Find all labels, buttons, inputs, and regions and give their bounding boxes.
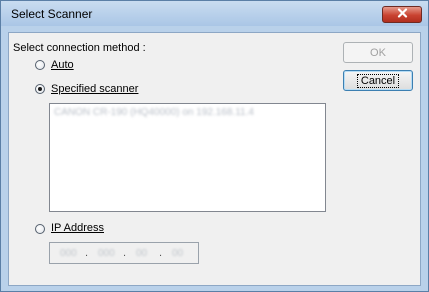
ip-separator: . bbox=[159, 247, 163, 259]
scanner-listbox[interactable]: CANON CR-190 (HQ40000) on 192.168.11.4 bbox=[49, 103, 326, 212]
ip-octet-2[interactable]: 000 bbox=[98, 248, 115, 259]
specified-scanner-radio[interactable] bbox=[35, 84, 45, 94]
cancel-button-label: Cancel bbox=[356, 73, 400, 88]
close-button[interactable] bbox=[382, 6, 422, 23]
window-title: Select Scanner bbox=[11, 7, 93, 21]
ip-octet-1[interactable]: 000 bbox=[60, 248, 77, 259]
select-scanner-window: Select Scanner Select connection method … bbox=[0, 0, 429, 292]
ok-button-label: OK bbox=[370, 46, 386, 59]
scanner-list-item[interactable]: CANON CR-190 (HQ40000) on 192.168.11.4 bbox=[54, 107, 254, 118]
ip-address-radio[interactable] bbox=[35, 224, 45, 234]
close-icon bbox=[397, 8, 408, 21]
ip-address-field[interactable]: 000 . 000 . 00 . 00 bbox=[49, 242, 199, 264]
dialog-client-area: Select connection method : OK Cancel Aut… bbox=[8, 32, 421, 286]
cancel-button[interactable]: Cancel bbox=[343, 70, 413, 91]
ip-separator: . bbox=[85, 247, 89, 259]
ip-octet-4[interactable]: 00 bbox=[172, 248, 183, 259]
title-bar: Select Scanner bbox=[1, 1, 428, 26]
ip-address-label[interactable]: IP Address bbox=[51, 222, 104, 234]
connection-method-label: Select connection method : bbox=[13, 42, 146, 54]
auto-radio-label[interactable]: Auto bbox=[51, 59, 74, 71]
auto-radio[interactable] bbox=[35, 60, 45, 70]
ip-separator: . bbox=[123, 247, 127, 259]
ip-octet-3[interactable]: 00 bbox=[136, 248, 147, 259]
ok-button[interactable]: OK bbox=[343, 42, 413, 63]
specified-scanner-label[interactable]: Specified scanner bbox=[51, 83, 138, 95]
